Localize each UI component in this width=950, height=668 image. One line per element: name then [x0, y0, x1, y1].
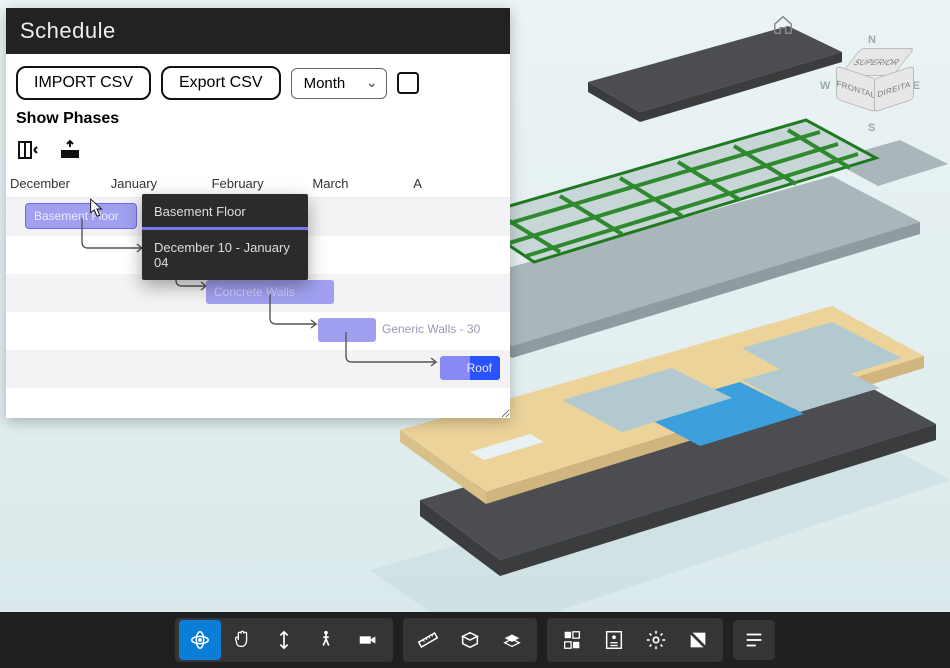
- task-bar-basement-floor[interactable]: Basement Floor: [26, 204, 136, 228]
- pan-button[interactable]: [221, 620, 263, 660]
- tray-icon[interactable]: [58, 138, 82, 162]
- compass-s: S: [868, 122, 875, 134]
- task-bar-generic-walls[interactable]: [318, 318, 376, 342]
- export-csv-button[interactable]: Export CSV: [161, 66, 281, 100]
- task-bar-roof[interactable]: Roof: [440, 356, 500, 380]
- zoom-button[interactable]: [263, 620, 305, 660]
- model-browser-button[interactable]: [551, 620, 593, 660]
- compass-n: N: [868, 34, 876, 46]
- nav-tool-group: [175, 618, 393, 662]
- section-button[interactable]: [449, 620, 491, 660]
- tooltip-dates: December 10 - January 04: [142, 230, 308, 280]
- settings-button[interactable]: [635, 620, 677, 660]
- view-cube[interactable]: N E S W SUPERIOR FRONTAL DIREITA: [820, 34, 920, 134]
- gantt-row: Generic Walls - 30: [6, 312, 510, 350]
- panel-toolbar: IMPORT CSV Export CSV Month Show Phases: [6, 54, 510, 134]
- fullscreen-button[interactable]: [677, 620, 719, 660]
- orbit-button[interactable]: [179, 620, 221, 660]
- schedule-toggle-button[interactable]: [733, 620, 775, 660]
- measure-button[interactable]: [407, 620, 449, 660]
- granularity-select[interactable]: Month: [291, 68, 387, 99]
- tooltip-title: Basement Floor: [142, 194, 308, 230]
- home-icon[interactable]: [772, 14, 794, 36]
- viewport: N E S W SUPERIOR FRONTAL DIREITA Schedul…: [0, 0, 950, 668]
- view-tool-group: [547, 618, 723, 662]
- task-tooltip: Basement Floor December 10 - January 04: [142, 194, 308, 280]
- task-bar-concrete-walls[interactable]: Concrete Walls: [206, 280, 334, 304]
- measure-tool-group: [403, 618, 537, 662]
- bottom-toolbar: [0, 612, 950, 668]
- month-label: December: [6, 172, 107, 197]
- compass-w: W: [820, 80, 830, 92]
- cursor-icon: [88, 198, 106, 220]
- panel-title: Schedule: [6, 8, 510, 54]
- properties-button[interactable]: [593, 620, 635, 660]
- gantt-row: Roof: [6, 350, 510, 388]
- camera-button[interactable]: [347, 620, 389, 660]
- show-phases-label: Show Phases: [16, 110, 119, 128]
- walk-button[interactable]: [305, 620, 347, 660]
- import-csv-button[interactable]: IMPORT CSV: [16, 66, 151, 100]
- task-ext-label: Generic Walls - 30: [382, 322, 480, 336]
- panel-toolset: [6, 134, 510, 172]
- month-label: A: [409, 172, 510, 197]
- add-column-icon[interactable]: [16, 138, 40, 162]
- show-phases-checkbox[interactable]: [397, 72, 419, 94]
- month-label: March: [308, 172, 409, 197]
- explode-button[interactable]: [491, 620, 533, 660]
